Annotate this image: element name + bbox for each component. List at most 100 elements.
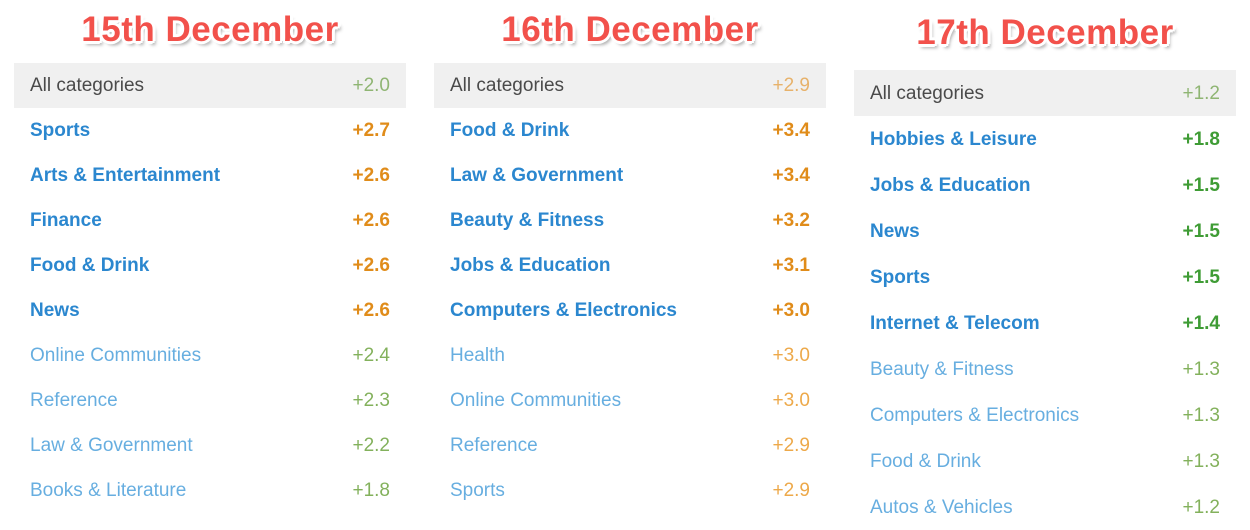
- category-list-1: All categories +2.0 Sports +2.7 Arts & E…: [14, 59, 406, 513]
- category-label: Law & Government: [450, 165, 624, 186]
- category-row[interactable]: Internet & Telecom +1.4: [854, 300, 1236, 346]
- category-row[interactable]: Computers & Electronics +3.0: [434, 288, 826, 333]
- category-row[interactable]: Autos & Vehicles +1.2: [854, 484, 1236, 530]
- column-title-1: 15th December: [81, 10, 339, 49]
- category-value: +1.3: [1182, 404, 1220, 426]
- category-value: +1.8: [352, 480, 390, 501]
- category-value: +1.5: [1182, 266, 1220, 288]
- category-value: +3.0: [772, 345, 810, 366]
- category-value: +3.0: [772, 300, 810, 321]
- category-value: +2.4: [352, 345, 390, 366]
- summary-label: All categories: [450, 75, 565, 96]
- summary-label: All categories: [30, 75, 145, 96]
- category-value: +1.3: [1182, 358, 1220, 380]
- category-row[interactable]: Jobs & Education +3.1: [434, 243, 826, 288]
- summary-value: +2.0: [352, 75, 390, 96]
- category-label: Sports: [450, 480, 505, 501]
- category-value: +3.1: [772, 255, 810, 276]
- category-row[interactable]: Food & Drink +3.4: [434, 108, 826, 153]
- category-row[interactable]: Online Communities +2.4: [14, 333, 406, 378]
- summary-row-2[interactable]: All categories +2.9: [434, 63, 826, 108]
- category-value: +3.0: [772, 390, 810, 411]
- category-label: Arts & Entertainment: [30, 165, 221, 186]
- column-title-3: 17th December: [916, 13, 1174, 52]
- category-label: Online Communities: [30, 345, 202, 366]
- category-value: +2.6: [352, 300, 390, 321]
- category-row[interactable]: Computers & Electronics +1.3: [854, 392, 1236, 438]
- category-label: Food & Drink: [450, 120, 570, 141]
- category-row[interactable]: Hobbies & Leisure +1.8: [854, 116, 1236, 162]
- summary-row-3[interactable]: All categories +1.2: [854, 70, 1236, 116]
- category-label: Reference: [450, 435, 538, 456]
- summary-row-1[interactable]: All categories +2.0: [14, 63, 406, 108]
- category-label: Beauty & Fitness: [450, 210, 605, 231]
- category-label: Food & Drink: [870, 450, 981, 472]
- category-label: Online Communities: [450, 390, 622, 411]
- category-row[interactable]: Finance +2.6: [14, 198, 406, 243]
- category-value: +2.6: [352, 255, 390, 276]
- category-row[interactable]: Law & Government +3.4: [434, 153, 826, 198]
- category-value: +3.2: [772, 210, 810, 231]
- category-value: +1.4: [1182, 312, 1220, 334]
- category-row[interactable]: Arts & Entertainment +2.6: [14, 153, 406, 198]
- category-label: Reference: [30, 390, 118, 411]
- category-label: Books & Literature: [30, 480, 187, 501]
- category-value: +2.6: [352, 210, 390, 231]
- category-label: Jobs & Education: [450, 255, 611, 276]
- category-value: +1.3: [1182, 450, 1220, 472]
- category-row[interactable]: News +1.5: [854, 208, 1236, 254]
- category-row[interactable]: Beauty & Fitness +3.2: [434, 198, 826, 243]
- category-value: +2.3: [352, 390, 390, 411]
- category-label: Beauty & Fitness: [870, 358, 1014, 380]
- summary-value: +1.2: [1182, 82, 1220, 104]
- category-label: Jobs & Education: [870, 174, 1031, 196]
- category-row[interactable]: Books & Literature +1.8: [14, 468, 406, 513]
- category-row[interactable]: Sports +1.5: [854, 254, 1236, 300]
- category-value: +3.4: [772, 165, 810, 186]
- day-column-2: 16th December All categories +2.9 Food &…: [420, 0, 840, 524]
- category-value: +2.9: [772, 480, 810, 501]
- category-label: Finance: [30, 210, 102, 231]
- category-row[interactable]: Law & Government +2.2: [14, 423, 406, 468]
- category-value: +1.5: [1182, 220, 1220, 242]
- category-row[interactable]: Sports +2.9: [434, 468, 826, 513]
- category-value: +1.8: [1182, 128, 1220, 150]
- category-label: News: [870, 220, 920, 242]
- category-label: Law & Government: [30, 435, 193, 456]
- category-label: Sports: [870, 266, 931, 288]
- category-label: Food & Drink: [30, 255, 150, 276]
- category-row[interactable]: Sports +2.7: [14, 108, 406, 153]
- category-label: Computers & Electronics: [450, 300, 677, 321]
- category-label: Computers & Electronics: [870, 404, 1080, 426]
- category-row[interactable]: Food & Drink +1.3: [854, 438, 1236, 484]
- column-title-2: 16th December: [501, 10, 759, 49]
- category-value: +2.9: [772, 435, 810, 456]
- category-label: Internet & Telecom: [870, 312, 1040, 334]
- category-label: Sports: [30, 120, 91, 141]
- category-value: +3.4: [772, 120, 810, 141]
- category-value: +2.7: [352, 120, 390, 141]
- category-row[interactable]: News +2.6: [14, 288, 406, 333]
- category-row[interactable]: Food & Drink +2.6: [14, 243, 406, 288]
- category-value: +2.2: [352, 435, 390, 456]
- category-list-2: All categories +2.9 Food & Drink +3.4 La…: [434, 59, 826, 513]
- category-row[interactable]: Beauty & Fitness +1.3: [854, 346, 1236, 392]
- day-column-1: 15th December All categories +2.0 Sports…: [0, 0, 420, 524]
- summary-value: +2.9: [772, 75, 810, 96]
- category-label: Autos & Vehicles: [870, 496, 1013, 518]
- category-label: Health: [450, 345, 505, 366]
- category-row[interactable]: Reference +2.9: [434, 423, 826, 468]
- category-row[interactable]: Reference +2.3: [14, 378, 406, 423]
- category-list-3: All categories +1.2 Hobbies & Leisure +1…: [854, 62, 1236, 530]
- day-column-3: 17th December All categories +1.2 Hobbie…: [840, 0, 1250, 524]
- summary-label: All categories: [870, 82, 985, 104]
- category-label: News: [30, 300, 80, 321]
- category-row[interactable]: Jobs & Education +1.5: [854, 162, 1236, 208]
- category-label: Hobbies & Leisure: [870, 128, 1037, 150]
- category-row[interactable]: Health +3.0: [434, 333, 826, 378]
- category-value: +1.2: [1182, 496, 1220, 518]
- category-row[interactable]: Online Communities +3.0: [434, 378, 826, 423]
- category-value: +1.5: [1182, 174, 1220, 196]
- trending-categories-board: 15th December All categories +2.0 Sports…: [0, 0, 1250, 524]
- category-value: +2.6: [352, 165, 390, 186]
